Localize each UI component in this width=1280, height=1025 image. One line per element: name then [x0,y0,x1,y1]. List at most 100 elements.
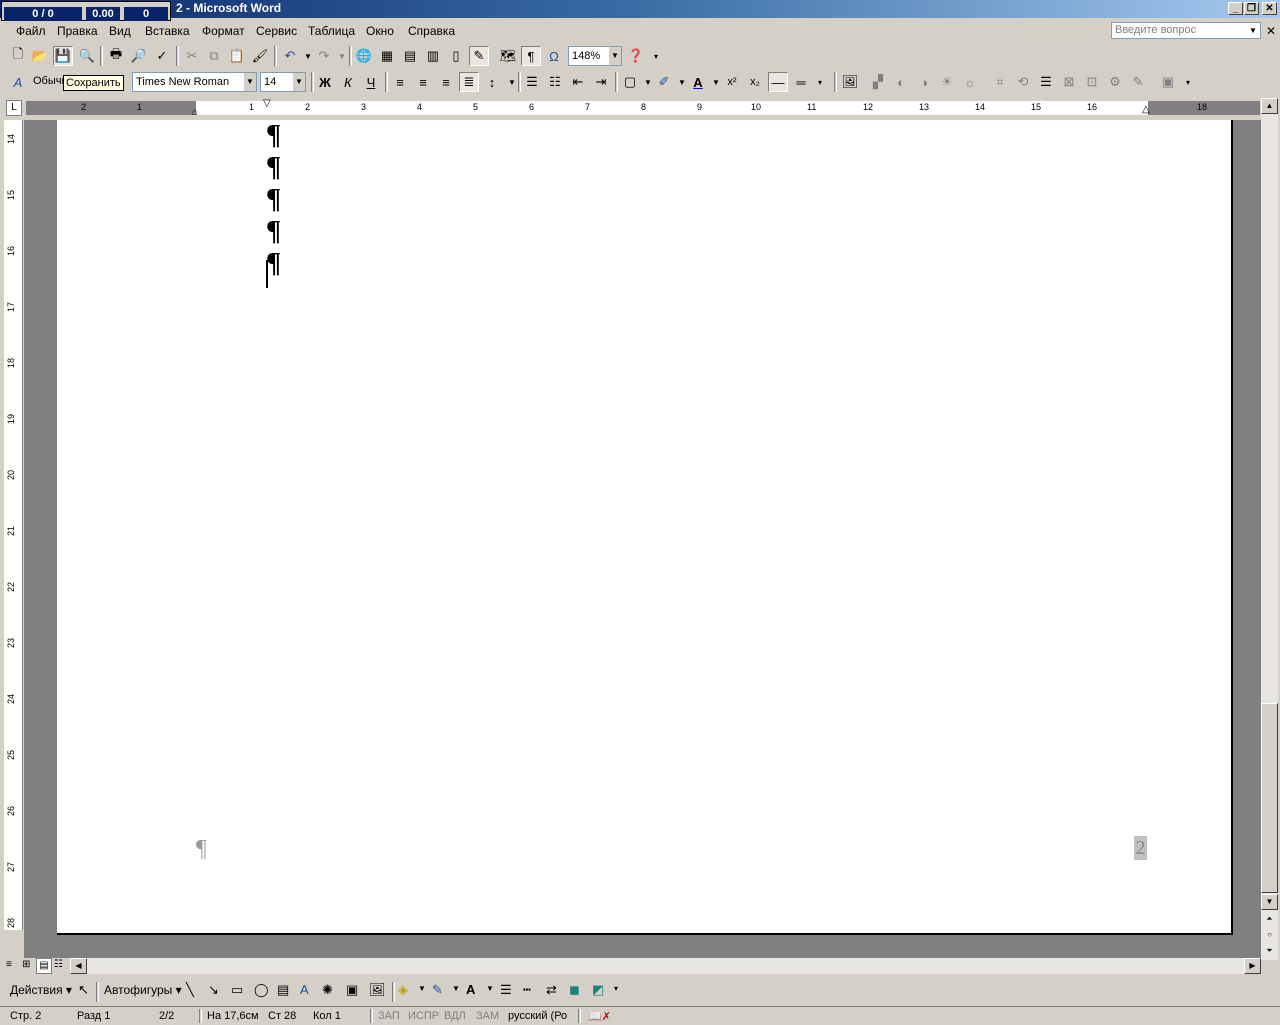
scroll-left-icon[interactable]: ◀ [70,958,87,974]
document-map-icon[interactable]: 🗺 [498,46,518,66]
status-rec[interactable]: ЗАП [378,1010,400,1022]
decrease-indent-icon[interactable]: ⇤ [568,72,588,92]
menu-window[interactable]: Окно [366,24,394,38]
menu-edit[interactable]: Правка [57,24,98,38]
line-style-icon[interactable]: ═ [791,72,811,92]
align-left-icon[interactable]: ≡ [390,72,410,92]
vertical-scrollbar[interactable]: ▲ ▼ ⏶ ○ ⏷ [1261,98,1278,960]
hyperlink-icon[interactable]: 🌐 [354,46,374,66]
print-layout-view-icon[interactable]: ▤ [36,958,52,974]
3d-icon[interactable]: ◩ [592,982,604,998]
more-contrast-icon[interactable]: ◐ [891,72,911,92]
page-number-field[interactable]: 2 [1134,836,1147,860]
status-trk[interactable]: ИСПР [408,1010,439,1022]
select-browse-object-icon[interactable]: ○ [1261,928,1278,944]
spelling-status-icon[interactable]: 📖✗ [588,1010,611,1023]
line-color-icon[interactable]: ✎ [432,982,443,998]
menu-table[interactable]: Таблица [308,24,355,38]
tables-borders-icon[interactable]: ▦ [377,46,397,66]
status-ext[interactable]: ВДЛ [444,1010,466,1022]
set-transparent-icon[interactable]: ✎ [1128,72,1148,92]
less-contrast-icon[interactable]: ◑ [914,72,934,92]
horizontal-scrollbar[interactable]: ◀ ▶ [70,958,1261,974]
font-color-dropdown-icon[interactable]: ▼ [486,984,494,993]
redo-icon[interactable]: ↷ [314,46,334,66]
drawing-icon[interactable]: ✎ [469,46,489,66]
chevron-down-icon[interactable]: ▼ [1247,23,1259,38]
font-color-draw-icon[interactable]: A [466,982,475,997]
undo-icon[interactable]: ↶ [280,46,300,66]
toolbar-options-icon[interactable]: ▾ [1178,72,1198,92]
show-hide-icon[interactable]: ¶ [521,46,541,66]
text-box-icon[interactable]: ▤ [277,982,289,998]
zoom-select[interactable]: 148% ▼ [568,46,622,66]
format-picture-icon[interactable]: ⚙ [1105,72,1125,92]
numbering-icon[interactable]: ☰ [522,72,542,92]
normal-view-icon[interactable]: ≡ [6,959,12,970]
clip-art-icon[interactable]: ▣ [346,982,358,998]
help-icon[interactable]: ❓ [626,46,646,66]
superscript-icon[interactable]: x² [722,72,742,92]
crop-icon[interactable]: ⌗ [990,72,1010,92]
symbol-icon[interactable]: Ω [544,46,564,66]
autoshapes-menu[interactable]: Автофигуры ▾ [104,983,182,997]
arrow-icon[interactable]: ↘ [208,982,219,998]
close-document-icon[interactable]: ✕ [1266,24,1276,38]
highlight-icon[interactable]: ✐ [654,72,674,92]
menu-file[interactable]: Файл [16,24,46,38]
menu-help[interactable]: Справка [408,24,455,38]
scroll-right-icon[interactable]: ▶ [1244,958,1261,974]
permission-icon[interactable]: 🔍 [77,46,97,66]
dash-style-icon[interactable]: ┅ [523,982,531,998]
line-spacing-icon[interactable]: ↕ [482,72,502,92]
next-page-icon[interactable]: ⏷ [1261,944,1278,960]
tab-selector[interactable]: L [6,100,22,116]
scroll-down-icon[interactable]: ▼ [1261,894,1278,910]
toolbar-options-icon[interactable]: ▾ [646,46,666,66]
vertical-ruler[interactable]: 14 15 16 17 18 19 20 21 22 23 24 25 26 2… [4,120,23,930]
minimize-button[interactable]: _ [1228,2,1243,15]
scroll-up-icon[interactable]: ▲ [1261,98,1278,114]
copy-icon[interactable]: ⧉ [204,46,224,66]
rotate-icon[interactable]: ⟲ [1013,72,1033,92]
rectangle-icon[interactable]: ▭ [231,982,243,998]
print-icon[interactable]: 🖶 [106,46,126,66]
image-color-icon[interactable]: ▞ [868,72,888,92]
save-icon[interactable]: 💾 [53,46,73,66]
styles-icon[interactable]: A [8,72,28,92]
line-style-picture-icon[interactable]: ☰ [1036,72,1056,92]
web-view-icon[interactable]: ⊞ [22,959,30,970]
italic-button[interactable]: К [338,72,358,92]
status-ovr[interactable]: ЗАМ [476,1010,499,1022]
fill-color-icon[interactable]: ◈ [398,982,408,998]
document-page[interactable]: ¶ ¶ ¶ ¶ ¶ [57,120,1233,935]
font-select[interactable]: Times New Roman ▼ [132,72,257,92]
underline-button[interactable]: Ч [361,72,381,92]
increase-indent-icon[interactable]: ⇥ [591,72,611,92]
subscript-icon[interactable]: x₂ [745,72,765,92]
less-brightness-icon[interactable]: ☼ [960,72,980,92]
bullets-icon[interactable]: ☷ [545,72,565,92]
close-button[interactable]: ✕ [1262,2,1277,15]
insert-excel-icon[interactable]: ▥ [423,46,443,66]
toolbar-options-icon[interactable]: ▾ [810,72,830,92]
align-right-icon[interactable]: ≡ [436,72,456,92]
compress-icon[interactable]: ⊠ [1059,72,1079,92]
reset-picture-icon[interactable]: ▣ [1158,72,1178,92]
right-indent-marker[interactable]: △ [1142,104,1150,115]
oval-icon[interactable]: ◯ [254,982,269,998]
picture-icon[interactable]: 🖼 [369,982,386,998]
borders-icon[interactable]: ▢ [620,72,640,92]
insert-table-icon[interactable]: ▤ [400,46,420,66]
print-preview-icon[interactable]: 🔎 [129,46,149,66]
horizontal-line-icon[interactable]: — [768,72,788,92]
bold-button[interactable]: Ж [315,72,335,92]
menu-tools[interactable]: Сервис [256,24,297,38]
insert-picture-icon[interactable]: 🖼 [840,72,860,92]
columns-icon[interactable]: ▯ [446,46,466,66]
line-style-icon[interactable]: ☰ [500,982,512,998]
actions-menu[interactable]: Действия ▾ [10,983,72,997]
diagram-icon[interactable]: ✺ [322,982,333,998]
open-folder-icon[interactable]: 📂 [30,46,50,66]
font-color-icon[interactable]: A [688,72,708,92]
